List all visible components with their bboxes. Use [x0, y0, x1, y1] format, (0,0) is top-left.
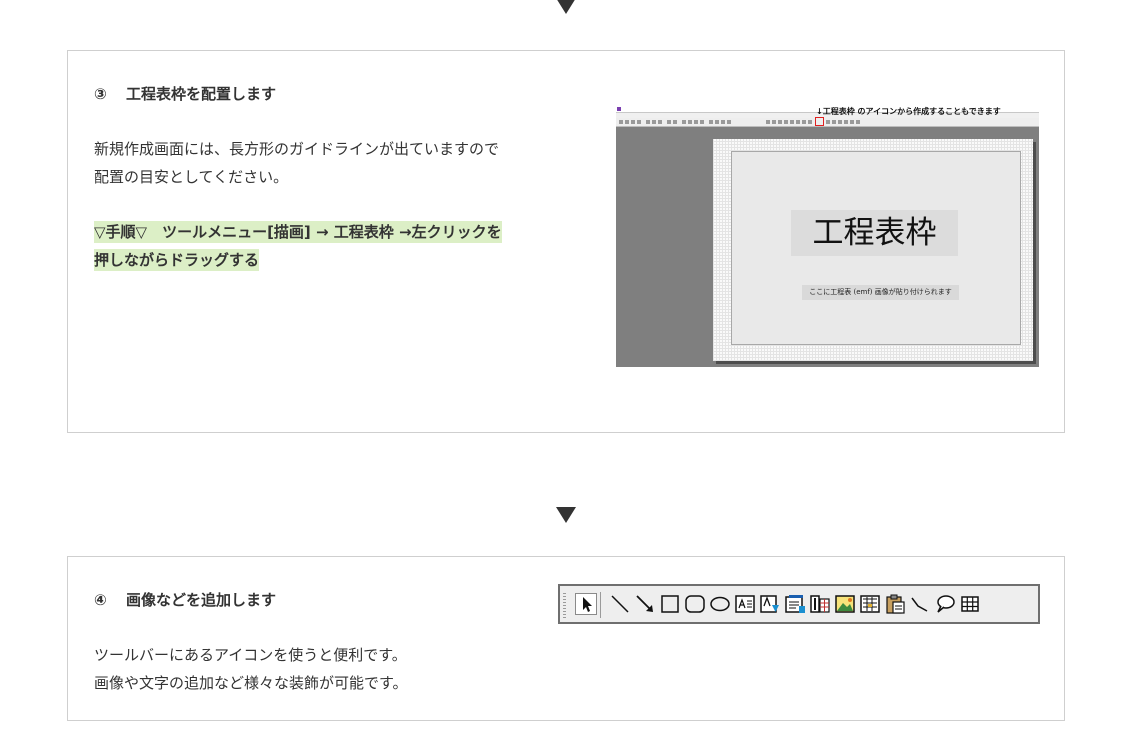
toolbar-icon [784, 120, 788, 124]
step3-title: ③ 工程表枠を配置します [94, 83, 276, 104]
line-icon[interactable] [609, 593, 631, 615]
toolbar-icon [790, 120, 794, 124]
toolbar-icon [682, 120, 686, 124]
toolbar-icon [778, 120, 782, 124]
toolbar-icon [688, 120, 692, 124]
schedule-frame-label: 工程表枠 [791, 210, 958, 256]
document-icon[interactable] [784, 593, 806, 615]
toolbar-icon [709, 120, 713, 124]
step3-card: ③ 工程表枠を配置します 新規作成画面には、長方形のガイドラインが出ていますので … [67, 50, 1065, 433]
image-icon[interactable] [834, 593, 856, 615]
step3-procedure-text2: 押しながらドラッグする [94, 249, 260, 271]
toolbar-icon [796, 120, 800, 124]
flow-arrow-top [556, 0, 576, 14]
callout-icon[interactable] [934, 593, 956, 615]
paste-icon[interactable] [884, 593, 906, 615]
frame-tool-highlight [815, 117, 824, 126]
toolbar-icon [700, 120, 704, 124]
step3-procedure-line2: 押しながらドラッグする [94, 246, 260, 275]
connector-icon[interactable] [909, 593, 931, 615]
step4-title-text: 画像などを追加します [126, 591, 277, 609]
step3-procedure-text1: ▽手順▽ ツールメニュー[描画] → 工程表枠 →左クリックを [94, 221, 502, 243]
text-box-icon[interactable] [734, 593, 756, 615]
step3-number: ③ [94, 85, 107, 103]
toolbar-separator [600, 592, 601, 618]
app-icon [617, 107, 621, 111]
step3-description-line2: 配置の目安としてください。 [94, 168, 289, 186]
emf-placeholder-label: ここに工程表 (emf) 画像が貼り付けられます [802, 285, 959, 300]
toolbar-icon [802, 120, 806, 124]
toolbar-icon [850, 120, 854, 124]
toolbar-icon [631, 120, 635, 124]
canvas-page: 工程表枠 ここに工程表 (emf) 画像が貼り付けられます [713, 139, 1033, 361]
step4-description-line1: ツールバーにあるアイコンを使うと便利です。 [94, 646, 407, 664]
drawing-toolbar [558, 584, 1040, 624]
step3-description-line1: 新規作成画面には、長方形のガイドラインが出ていますので [94, 140, 500, 158]
table-number-icon[interactable] [809, 593, 831, 615]
rectangle-icon[interactable] [659, 593, 681, 615]
toolbar-icon [772, 120, 776, 124]
toolbar-icon [658, 120, 662, 124]
step4-number: ④ [94, 591, 107, 609]
step3-procedure-line1: ▽手順▽ ツールメニュー[描画] → 工程表枠 →左クリックを [94, 218, 502, 247]
toolbar-icon [694, 120, 698, 124]
toolbar-icon [673, 120, 677, 124]
toolbar-icon [766, 120, 770, 124]
grid-icon[interactable] [959, 593, 981, 615]
toolbar-icon [856, 120, 860, 124]
app-toolbar [616, 118, 1039, 127]
step3-title-text: 工程表枠を配置します [126, 85, 277, 103]
rounded-rectangle-icon[interactable] [684, 593, 706, 615]
toolbar-icon [721, 120, 725, 124]
text-icon[interactable] [759, 593, 781, 615]
step4-title: ④ 画像などを追加します [94, 589, 276, 610]
step4-description-line2: 画像や文字の追加など様々な装飾が可能です。 [94, 674, 408, 692]
toolbar-icon [625, 120, 629, 124]
screenshot-note: ↓工程表枠 のアイコンから作成することもできます [816, 107, 1001, 116]
toolbar-icon [652, 120, 656, 124]
toolbar-grip[interactable] [563, 592, 566, 618]
toolbar-icon [826, 120, 830, 124]
arrow-line-icon[interactable] [634, 593, 656, 615]
toolbar-icon [838, 120, 842, 124]
guide-rectangle: 工程表枠 ここに工程表 (emf) 画像が貼り付けられます [731, 151, 1021, 345]
toolbar-icon [844, 120, 848, 124]
toolbar-icon [727, 120, 731, 124]
toolbar-icon [646, 120, 650, 124]
toolbar-icon [637, 120, 641, 124]
toolbar-icon [715, 120, 719, 124]
ellipse-icon[interactable] [709, 593, 731, 615]
step3-screenshot: ↓工程表枠 のアイコンから作成することもできます 工程表枠 ここに工程表 (em… [616, 106, 1039, 367]
text-frame-icon[interactable] [859, 593, 881, 615]
toolbar-icon [619, 120, 623, 124]
toolbar-icon [808, 120, 812, 124]
toolbar-icon [667, 120, 671, 124]
toolbar-icon [832, 120, 836, 124]
step4-card: ④ 画像などを追加します ツールバーにあるアイコンを使うと便利です。 画像や文字の… [67, 556, 1065, 721]
flow-arrow-middle [556, 507, 576, 523]
pointer-icon[interactable] [575, 593, 597, 615]
